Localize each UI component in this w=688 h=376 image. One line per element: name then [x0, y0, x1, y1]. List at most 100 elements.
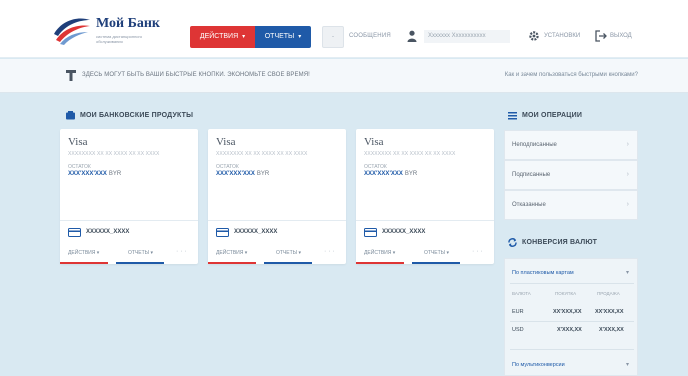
chevron-down-icon: ▾: [244, 250, 248, 256]
card-actions-underline: [208, 262, 256, 264]
card-actions-label: ДЕЙСТВИЯ: [68, 250, 96, 256]
conversion-panel: По пластиковым картам ▾ ВАЛЮТА ПОКУПКА П…: [504, 258, 638, 376]
card-name: Visa: [364, 136, 384, 148]
card-reports-label: ОТЧЕТЫ: [128, 250, 150, 256]
chevron-down-icon[interactable]: ▾: [626, 269, 629, 276]
card-reports-button[interactable]: ОТЧЕТЫ ▾: [276, 250, 301, 256]
card-balance-value: XXX'XXX'XXX: [68, 171, 107, 177]
card-name: Visa: [68, 136, 88, 148]
col-sell-header: ПРОДАЖА: [597, 291, 620, 296]
card-balance: XXX'XXX'XXX BYR: [68, 171, 121, 177]
card-actions-button[interactable]: ДЕЙСТВИЯ ▾: [216, 250, 247, 256]
rate-sell: XX'XXX,XX: [595, 309, 624, 315]
card-actions-label: ДЕЙСТВИЯ: [364, 250, 392, 256]
card-currency: BYR: [256, 171, 270, 177]
card-actions-label: ДЕЙСТВИЯ: [216, 250, 244, 256]
card-currency: BYR: [108, 171, 122, 177]
conversion-icon: [508, 238, 517, 247]
messages-count-badge[interactable]: -: [322, 26, 344, 48]
quick-buttons-icon: [66, 70, 76, 81]
products-section-title: МОИ БАНКОВСКИЕ ПРОДУКТЫ: [80, 112, 194, 119]
product-card-1[interactable]: Visa XXXXXXXX XX XX XXXX XX XX XXXX ОСТА…: [60, 129, 198, 264]
card-body[interactable]: Visa XXXXXXXX XX XX XXXX XX XX XXXX ОСТА…: [60, 129, 198, 221]
card-account-number: XXXXXX_XXXX: [86, 229, 130, 235]
card-balance-value: XXX'XXX'XXX: [216, 171, 255, 177]
chevron-right-icon: ›: [626, 201, 629, 208]
rate-buy: X'XXX,XX: [557, 327, 582, 333]
card-more-button[interactable]: · · ·: [324, 248, 335, 255]
rate-currency: EUR: [512, 309, 524, 315]
card-reports-label: ОТЧЕТЫ: [424, 250, 446, 256]
operations-item-label: Неподписанные: [512, 142, 557, 148]
card-balance: XXX'XXX'XXX BYR: [216, 171, 269, 177]
card-reports-button[interactable]: ОТЧЕТЫ ▾: [128, 250, 153, 256]
card-reports-underline: [116, 262, 164, 264]
chevron-down-icon[interactable]: ▾: [626, 361, 629, 368]
logo-title: Мой Банк: [96, 16, 160, 31]
actions-dropdown-button[interactable]: ДЕЙСТВИЯ ▾: [190, 26, 255, 48]
chevron-down-icon: ▾: [96, 250, 100, 256]
logo-swoosh-icon: [54, 18, 90, 45]
card-balance: XXX'XXX'XXX BYR: [364, 171, 417, 177]
product-card-3[interactable]: Visa XXXXXXXX XX XX XXXX XX XX XXXX ОСТА…: [356, 129, 494, 264]
messages-link[interactable]: СООБЩЕНИЯ: [349, 33, 391, 39]
card-name: Visa: [216, 136, 236, 148]
card-balance-value: XXX'XXX'XXX: [364, 171, 403, 177]
actions-label: ДЕЙСТВИЯ: [199, 33, 239, 40]
reports-label: ОТЧЕТЫ: [264, 33, 295, 40]
divider: [510, 283, 634, 284]
card-more-button[interactable]: · · ·: [176, 248, 187, 255]
operations-item-label: Отказанные: [512, 202, 546, 208]
rate-sell: X'XXX,XX: [599, 327, 624, 333]
card-number: XXXXXXXX XX XX XXXX XX XX XXXX: [68, 151, 160, 157]
card-account-number: XXXXXX_XXXX: [234, 229, 278, 235]
operations-item-rejected[interactable]: Отказанные ›: [504, 190, 638, 220]
card-actions-button[interactable]: ДЕЙСТВИЯ ▾: [364, 250, 395, 256]
col-currency-header: ВАЛЮТА: [512, 291, 531, 296]
card-balance-label: ОСТАТОК: [216, 164, 239, 170]
card-balance-label: ОСТАТОК: [364, 164, 387, 170]
settings-link[interactable]: УСТАНОВКИ: [544, 33, 580, 39]
chevron-right-icon: ›: [626, 171, 629, 178]
operations-item-unsigned[interactable]: Неподписанные ›: [504, 130, 638, 160]
quick-buttons-bar: ЗДЕСЬ МОГУТ БЫТЬ ВАШИ БЫСТРЫЕ КНОПКИ. ЭК…: [0, 59, 688, 93]
exit-icon[interactable]: [595, 30, 607, 42]
reports-dropdown-button[interactable]: ОТЧЕТЫ ▾: [255, 26, 311, 48]
card-rates-dropdown[interactable]: По пластиковым картам: [512, 270, 574, 276]
card-actions-underline: [356, 262, 404, 264]
card-account-number: XXXXXX_XXXX: [382, 229, 426, 235]
rate-currency: USD: [512, 327, 524, 333]
chevron-down-icon: ▾: [392, 250, 396, 256]
exit-link[interactable]: ВЫХОД: [610, 33, 632, 39]
card-actions-button[interactable]: ДЕЙСТВИЯ ▾: [68, 250, 99, 256]
multiconversion-dropdown[interactable]: По мультиконверсии: [512, 362, 565, 368]
col-buy-header: ПОКУПКА: [555, 291, 577, 296]
card-icon: [216, 228, 229, 237]
card-more-button[interactable]: · · ·: [472, 248, 483, 255]
rate-buy: XX'XXX,XX: [553, 309, 582, 315]
card-currency: BYR: [404, 171, 418, 177]
card-reports-underline: [412, 262, 460, 264]
card-body[interactable]: Visa XXXXXXXX XX XX XXXX XX XX XXXX ОСТА…: [208, 129, 346, 221]
chevron-down-icon: ▾: [446, 250, 449, 256]
logo-subtitle: система дистанционного обслуживания: [96, 34, 143, 44]
product-card-2[interactable]: Visa XXXXXXXX XX XX XXXX XX XX XXXX ОСТА…: [208, 129, 346, 264]
quick-buttons-help-link[interactable]: Как и зачем пользоваться быстрыми кнопка…: [505, 72, 638, 78]
divider: [510, 321, 634, 322]
card-body[interactable]: Visa XXXXXXXX XX XX XXXX XX XX XXXX ОСТА…: [356, 129, 494, 221]
bank-logo[interactable]: Мой Банк система дистанционного обслужив…: [52, 14, 172, 48]
card-icon: [364, 228, 377, 237]
chevron-down-icon: ▾: [298, 34, 302, 40]
card-reports-button[interactable]: ОТЧЕТЫ ▾: [424, 250, 449, 256]
wallet-icon: [66, 111, 75, 120]
chevron-right-icon: ›: [626, 141, 629, 148]
card-actions-underline: [60, 262, 108, 264]
divider: [510, 349, 634, 350]
list-icon: [508, 112, 517, 120]
operations-item-signed[interactable]: Подписанные ›: [504, 160, 638, 190]
operations-section-title: МОИ ОПЕРАЦИИ: [522, 112, 583, 119]
gear-icon[interactable]: [528, 30, 540, 42]
header: Мой Банк система дистанционного обслужив…: [0, 0, 688, 58]
user-name[interactable]: Xxxxxxx Xxxxxxxxxxx: [424, 30, 510, 43]
card-number: XXXXXXXX XX XX XXXX XX XX XXXX: [216, 151, 308, 157]
